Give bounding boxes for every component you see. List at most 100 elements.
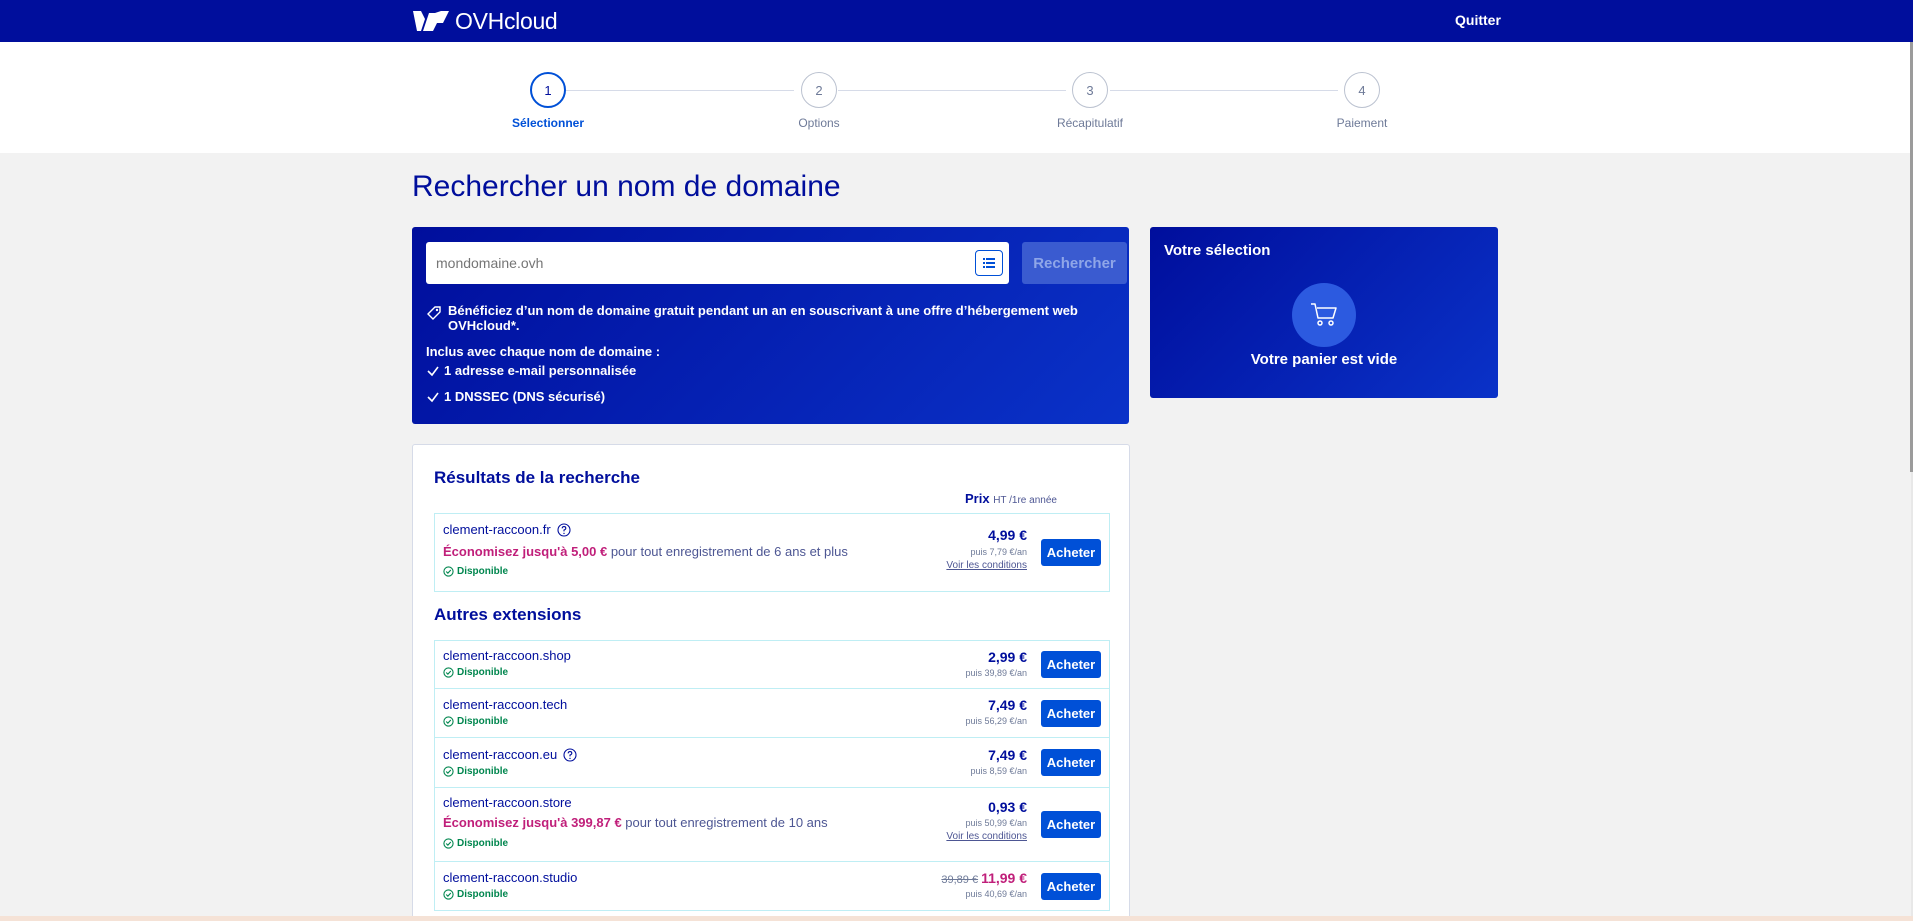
availability-label: Disponible [457, 667, 509, 678]
buy-button[interactable]: Acheter [1041, 539, 1101, 566]
step-number: 1 [530, 72, 566, 108]
result-row: clement-raccoon.shop Disponible 2,99 € p… [434, 640, 1110, 689]
included-item-label: 1 adresse e-mail personnalisée [444, 363, 637, 378]
search-button[interactable]: Rechercher [1022, 242, 1127, 284]
included-title: Inclus avec chaque nom de domaine : [426, 344, 661, 359]
other-extensions-title: Autres extensions [434, 605, 582, 624]
domain-name: clement-raccoon.studio [443, 870, 578, 885]
help-icon[interactable] [563, 747, 577, 762]
domain-name: clement-raccoon.store [443, 795, 572, 810]
conditions-link[interactable]: Voir les conditions [946, 831, 1027, 842]
renewal-price: puis 40,69 €/an [965, 889, 1027, 899]
step-select: 1 Sélectionner [448, 72, 648, 130]
search-results-card: Résultats de la recherche Prix HT /1re a… [412, 444, 1130, 921]
checkout-stepper: 1 Sélectionner 2 Options 3 Récapitulatif… [0, 42, 1911, 153]
savings-text: Économisez jusqu'à 5,00 € pour tout enre… [443, 544, 848, 559]
buy-button[interactable]: Acheter [1041, 749, 1101, 776]
old-price: 39,89 € [941, 874, 979, 886]
conditions-link[interactable]: Voir les conditions [946, 560, 1027, 571]
tag-icon [427, 306, 441, 320]
step-payment: 4 Paiement [1262, 72, 1462, 130]
price: 39,89 €11,99 € [941, 870, 1027, 886]
search-input-wrapper [426, 242, 1009, 284]
step-label: Paiement [1336, 116, 1388, 130]
buy-button[interactable]: Acheter [1041, 811, 1101, 838]
check-circle-icon [443, 716, 454, 727]
savings-text: Économisez jusqu'à 399,87 € pour tout en… [443, 815, 828, 830]
result-row: clement-raccoon.eu Disponible 7,49 € pui… [434, 737, 1110, 788]
result-row: clement-raccoon.tech Disponible 7,49 € p… [434, 688, 1110, 738]
savings-highlight: Économisez jusqu'à 5,00 € [443, 544, 608, 559]
price: 7,49 € [988, 697, 1027, 713]
hosting-promo: Bénéficiez d’un nom de domaine gratuit p… [426, 303, 1106, 333]
ovhcloud-logo-icon [413, 11, 449, 31]
bulk-search-button[interactable] [975, 250, 1003, 276]
cart-empty-message: Votre panier est vide [1250, 351, 1398, 368]
buy-button[interactable]: Acheter [1041, 651, 1101, 678]
check-circle-icon [443, 889, 454, 900]
domain-label: clement-raccoon.eu [443, 747, 558, 762]
step-summary: 3 Récapitulatif [990, 72, 1190, 130]
check-circle-icon [443, 838, 454, 849]
brand-name: OVHcloud [455, 7, 558, 34]
domain-label: clement-raccoon.fr [443, 522, 551, 537]
step-label: Options [798, 116, 840, 130]
step-number: 3 [1072, 72, 1108, 108]
price-label: Prix [965, 491, 990, 506]
result-row: clement-raccoon.studio Disponible 39,89 … [434, 861, 1110, 911]
renewal-price: puis 7,79 €/an [970, 547, 1027, 557]
check-circle-icon [443, 667, 454, 678]
selection-title: Votre sélection [1164, 242, 1271, 259]
promo-price: 11,99 € [981, 870, 1027, 886]
main-result-row: clement-raccoon.fr Économisez jusqu'à 5,… [434, 513, 1110, 592]
promo-text: Bénéficiez d’un nom de domaine gratuit p… [448, 303, 1078, 333]
availability-label: Disponible [457, 838, 509, 849]
check-circle-icon [443, 566, 454, 577]
availability-label: Disponible [457, 566, 509, 577]
results-title: Résultats de la recherche [434, 468, 640, 487]
availability-label: Disponible [457, 716, 509, 727]
page-title: Rechercher un nom de domaine [412, 170, 841, 203]
ovhcloud-logo[interactable]: OVHcloud [411, 7, 558, 34]
availability-status: Disponible [443, 566, 508, 577]
domain-name: clement-raccoon.fr [443, 522, 571, 537]
price: 2,99 € [988, 649, 1027, 665]
availability-status: Disponible [443, 716, 508, 727]
step-label: Sélectionner [511, 116, 585, 130]
included-item: 1 DNSSEC (DNS sécurisé) [426, 389, 605, 404]
domain-name: clement-raccoon.shop [443, 648, 571, 663]
step-label: Récapitulatif [1056, 116, 1124, 130]
price-header: Prix HT /1re année [965, 491, 1057, 506]
check-icon [427, 366, 439, 376]
renewal-price: puis 56,29 €/an [965, 716, 1027, 726]
step-number: 2 [801, 72, 837, 108]
domain-name: clement-raccoon.eu [443, 747, 577, 762]
price: 7,49 € [988, 747, 1027, 763]
included-item-label: 1 DNSSEC (DNS sécurisé) [444, 389, 606, 404]
bottom-banner-edge [0, 916, 1913, 921]
availability-status: Disponible [443, 838, 508, 849]
savings-highlight: Économisez jusqu'à 399,87 € [443, 815, 622, 830]
buy-button[interactable]: Acheter [1041, 700, 1101, 727]
list-icon [983, 258, 995, 268]
price: 4,99 € [988, 527, 1027, 543]
renewal-price: puis 39,89 €/an [965, 668, 1027, 678]
included-item: 1 adresse e-mail personnalisée [426, 363, 636, 378]
renewal-price: puis 8,59 €/an [970, 766, 1027, 776]
availability-label: Disponible [457, 889, 509, 900]
check-icon [427, 392, 439, 402]
cart-icon-container [1292, 283, 1356, 347]
domain-name: clement-raccoon.tech [443, 697, 568, 712]
price-note: HT /1re année [993, 495, 1057, 506]
buy-button[interactable]: Acheter [1041, 873, 1101, 900]
availability-status: Disponible [443, 667, 508, 678]
savings-rest: pour tout enregistrement de 10 ans [621, 815, 828, 830]
renewal-price: puis 50,99 €/an [965, 818, 1027, 828]
result-row: clement-raccoon.store Économisez jusqu'à… [434, 787, 1110, 862]
savings-rest: pour tout enregistrement de 6 ans et plu… [607, 544, 848, 559]
domain-search-panel: Rechercher Bénéficiez d’un nom de domain… [412, 227, 1129, 424]
help-icon[interactable] [557, 522, 571, 537]
availability-status: Disponible [443, 889, 508, 900]
domain-search-input[interactable] [436, 242, 956, 284]
quit-link[interactable]: Quitter [1455, 12, 1501, 28]
